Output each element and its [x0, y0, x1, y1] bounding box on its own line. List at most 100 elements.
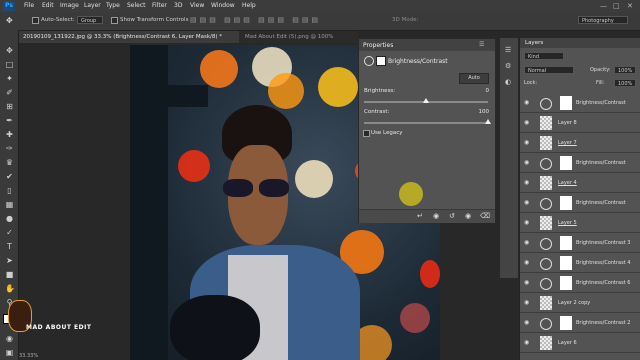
- fill-value[interactable]: 100%: [614, 79, 636, 87]
- layer-thumbnail[interactable]: [540, 296, 552, 310]
- opacity-value[interactable]: 100%: [614, 66, 636, 74]
- screen-mode-icon[interactable]: ▣: [5, 348, 14, 357]
- contrast-value[interactable]: 100: [469, 109, 490, 116]
- history-brush-tool-icon[interactable]: ✔: [5, 172, 14, 181]
- properties-panel-icon[interactable]: ⚙: [505, 62, 511, 70]
- reset-icon[interactable]: ↺: [449, 212, 455, 220]
- menu-type[interactable]: Type: [106, 1, 120, 11]
- eye-icon[interactable]: ◉: [524, 200, 531, 206]
- brightness-slider-thumb[interactable]: [423, 98, 429, 103]
- type-tool-icon[interactable]: T: [5, 242, 14, 251]
- menu-filter[interactable]: Filter: [152, 1, 167, 11]
- eye-icon[interactable]: ◉: [524, 140, 531, 146]
- crop-tool-icon[interactable]: ⊞: [5, 102, 14, 111]
- properties-title[interactable]: Properties: [363, 42, 393, 49]
- move-tool-icon[interactable]: ✥: [6, 16, 13, 25]
- layer-mask-icon[interactable]: [376, 56, 386, 66]
- layer-row[interactable]: ◉ Layer 5: [520, 214, 640, 233]
- layer-mask-thumbnail[interactable]: [560, 196, 572, 210]
- layer-thumbnail[interactable]: [540, 136, 552, 150]
- menu-edit[interactable]: Edit: [42, 1, 54, 11]
- menu-select[interactable]: Select: [127, 1, 146, 11]
- eye-icon[interactable]: ◉: [524, 300, 531, 306]
- eye-icon[interactable]: ◉: [524, 180, 531, 186]
- layer-row[interactable]: ◉ Layer 4: [520, 174, 640, 193]
- brightness-value[interactable]: 0: [469, 88, 490, 95]
- layer-row[interactable]: ◉ Layer 2 copy: [520, 294, 640, 313]
- layer-row[interactable]: ◉ Brightness/Contrast 4: [520, 254, 640, 273]
- view-previous-icon[interactable]: ◉: [433, 212, 439, 220]
- layer-row[interactable]: ◉ Layer 7: [520, 134, 640, 153]
- move-tool-icon[interactable]: ✥: [5, 46, 14, 55]
- layer-mask-thumbnail[interactable]: [560, 256, 572, 270]
- layer-filter-dropdown[interactable]: Kind: [524, 52, 564, 60]
- tab-active-document[interactable]: 20190109_131922.jpg @ 33.3% (Brightness/…: [19, 31, 239, 43]
- eye-icon[interactable]: ◉: [524, 340, 531, 346]
- menu-layer[interactable]: Layer: [84, 1, 101, 11]
- eye-icon[interactable]: ◉: [524, 260, 531, 266]
- brush-tool-icon[interactable]: ✑: [5, 144, 14, 153]
- layer-mask-thumbnail[interactable]: [560, 276, 572, 290]
- layer-mask-thumbnail[interactable]: [560, 156, 572, 170]
- workspace-dropdown[interactable]: Photography: [578, 16, 628, 24]
- layer-row[interactable]: ◉ Layer 8: [520, 114, 640, 133]
- menu-help[interactable]: Help: [242, 1, 256, 11]
- layer-mask-thumbnail[interactable]: [560, 96, 572, 110]
- layer-row[interactable]: ◉ Brightness/Contrast: [520, 194, 640, 213]
- menu-image[interactable]: Image: [60, 1, 79, 11]
- menu-window[interactable]: Window: [211, 1, 235, 11]
- delete-icon[interactable]: ⌫: [480, 212, 490, 220]
- auto-button[interactable]: Auto: [459, 73, 489, 84]
- auto-select-checkbox[interactable]: [32, 17, 39, 24]
- eye-icon[interactable]: ◉: [524, 100, 531, 106]
- align-icon[interactable]: ▤▤▤ ▤▤▤ ▤▤▤ ▤▤▤: [190, 16, 321, 24]
- eye-icon[interactable]: ◉: [524, 240, 531, 246]
- contrast-slider-thumb[interactable]: [485, 119, 491, 124]
- layer-row[interactable]: ◉ Brightness/Contrast: [520, 154, 640, 173]
- zoom-level[interactable]: 33.33%: [19, 353, 38, 359]
- layer-row[interactable]: ◉ Brightness/Contrast 2: [520, 314, 640, 333]
- layer-mask-thumbnail[interactable]: [560, 236, 572, 250]
- panel-menu-icon[interactable]: ☰: [479, 41, 484, 48]
- menu-view[interactable]: View: [190, 1, 204, 11]
- pen-tool-icon[interactable]: ✓: [5, 228, 14, 237]
- hand-tool-icon[interactable]: ✋: [5, 284, 15, 293]
- transform-controls-checkbox[interactable]: [111, 17, 118, 24]
- close-icon[interactable]: ✕: [627, 2, 633, 10]
- menu-3d[interactable]: 3D: [174, 1, 182, 11]
- menu-file[interactable]: File: [24, 1, 34, 11]
- layer-mask-thumbnail[interactable]: [560, 316, 572, 330]
- eye-icon[interactable]: ◉: [524, 280, 531, 286]
- layers-title[interactable]: Layers: [525, 40, 543, 47]
- eye-icon[interactable]: ◉: [524, 160, 531, 166]
- clip-to-layer-icon[interactable]: ↵: [417, 212, 423, 220]
- maximize-icon[interactable]: □: [613, 2, 620, 10]
- blend-mode-dropdown[interactable]: Normal: [524, 66, 574, 74]
- layer-thumbnail[interactable]: [540, 216, 552, 230]
- gradient-tool-icon[interactable]: ▦: [5, 200, 14, 209]
- layer-row[interactable]: ◉ Brightness/Contrast 3: [520, 234, 640, 253]
- path-selection-tool-icon[interactable]: ➤: [5, 256, 14, 265]
- use-legacy-checkbox[interactable]: [363, 130, 370, 137]
- minimize-icon[interactable]: —: [600, 2, 607, 10]
- dodge-tool-icon[interactable]: ●: [5, 214, 14, 223]
- eraser-tool-icon[interactable]: ▯: [5, 186, 14, 195]
- layer-row[interactable]: ◉ Brightness/Contrast 6: [520, 274, 640, 293]
- quick-select-tool-icon[interactable]: ✐: [5, 88, 14, 97]
- tab-mad-about-edit[interactable]: Mad About Edit (5).png @ 100% (RGB/8#): [241, 31, 358, 52]
- visibility-icon[interactable]: ◉: [465, 212, 471, 220]
- eye-icon[interactable]: ◉: [524, 220, 531, 226]
- clone-stamp-tool-icon[interactable]: ♛: [5, 158, 14, 167]
- layer-thumbnail[interactable]: [540, 336, 552, 350]
- layer-thumbnail[interactable]: [540, 116, 552, 130]
- marquee-tool-icon[interactable]: □: [5, 60, 14, 69]
- contrast-slider-track[interactable]: [364, 122, 488, 124]
- lasso-tool-icon[interactable]: ✦: [5, 74, 14, 83]
- adjustments-panel-icon[interactable]: ◐: [505, 78, 511, 86]
- eyedropper-tool-icon[interactable]: ✒: [5, 116, 14, 125]
- layer-row[interactable]: ◉ Brightness/Contrast: [520, 94, 640, 113]
- group-dropdown[interactable]: Group: [77, 16, 103, 24]
- layer-thumbnail[interactable]: [540, 176, 552, 190]
- eye-icon[interactable]: ◉: [524, 320, 531, 326]
- eye-icon[interactable]: ◉: [524, 120, 531, 126]
